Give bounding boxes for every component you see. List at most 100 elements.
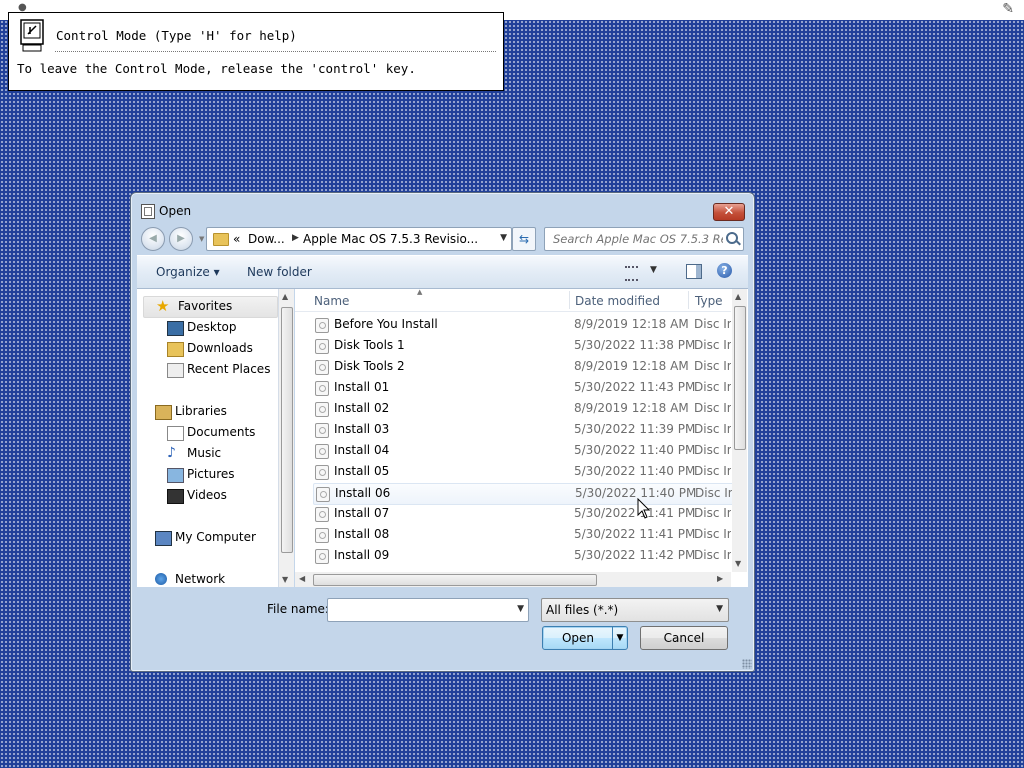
- disc-image-icon: [315, 465, 329, 480]
- breadcrumb-overflow[interactable]: «: [233, 232, 240, 246]
- file-date: 8/9/2019 12:18 AM: [574, 359, 689, 373]
- recent-places-icon: [167, 363, 184, 378]
- file-name: Install 03: [334, 422, 390, 436]
- file-type-filter[interactable]: All files (*.*) ▼: [541, 598, 729, 622]
- file-row[interactable]: Install 02 8/9/2019 12:18 AM Disc Im: [313, 399, 732, 419]
- scroll-left-icon[interactable]: ◀: [299, 574, 305, 583]
- file-name-input[interactable]: [332, 602, 506, 618]
- search-icon[interactable]: [726, 232, 738, 244]
- column-separator[interactable]: [569, 291, 570, 309]
- nav-item-network[interactable]: Network: [155, 570, 288, 590]
- file-row[interactable]: Install 06 5/30/2022 11:40 PMDisc Im: [313, 483, 734, 505]
- chevron-down-icon: ▼: [650, 265, 657, 275]
- new-folder-button[interactable]: New folder: [247, 265, 312, 279]
- videos-icon: [167, 489, 184, 504]
- mac-corner-icon[interactable]: ✎: [1002, 1, 1014, 17]
- open-button[interactable]: Open ▼: [542, 626, 628, 650]
- music-icon: ♪: [167, 445, 176, 461]
- nav-item-label: Documents: [187, 425, 256, 439]
- disc-image-icon: [315, 360, 329, 375]
- nav-item-favorites[interactable]: ★ Favorites: [143, 296, 278, 318]
- column-name[interactable]: Name: [314, 294, 349, 308]
- mouse-cursor-icon: [637, 498, 651, 519]
- file-name: Install 09: [334, 548, 390, 562]
- nav-item-my-computer[interactable]: My Computer: [155, 528, 288, 548]
- scroll-right-icon[interactable]: ▶: [717, 574, 723, 583]
- horizontal-scrollbar[interactable]: ◀ ▶: [295, 572, 731, 587]
- change-view-button[interactable]: ▼: [625, 265, 659, 281]
- file-row[interactable]: Before You Install 8/9/2019 12:18 AM Disc …: [313, 315, 732, 335]
- network-icon: [155, 573, 167, 585]
- folder-icon: [213, 233, 229, 246]
- file-list-scrollbar[interactable]: ▲ ▼: [732, 289, 747, 572]
- breadcrumb-downloads[interactable]: Dow...: [248, 232, 285, 246]
- close-button[interactable]: ✕: [713, 203, 745, 221]
- view-list-icon: [625, 266, 638, 281]
- scroll-up-icon[interactable]: ▲: [735, 292, 741, 301]
- file-name-combobox[interactable]: ▼: [327, 598, 529, 622]
- file-date: 8/9/2019 12:18 AM: [574, 401, 689, 415]
- file-type: Disc Im: [694, 359, 731, 373]
- control-mode-logo-icon: [20, 19, 44, 52]
- file-row[interactable]: Install 09 5/30/2022 11:42 PMDisc Im: [313, 546, 732, 566]
- column-type[interactable]: Type: [695, 294, 723, 308]
- divider: [55, 51, 496, 52]
- open-options-dropdown-icon[interactable]: ▼: [612, 627, 627, 649]
- file-date: 5/30/2022 11:40 PM: [574, 464, 696, 478]
- file-date: 5/30/2022 11:41 PM: [574, 527, 696, 541]
- scroll-up-icon[interactable]: ▲: [282, 292, 288, 301]
- file-type: Disc Im: [694, 338, 731, 352]
- breadcrumb-separator-icon[interactable]: ▶: [292, 233, 299, 243]
- nav-pane-scrollbar[interactable]: ▲ ▼: [279, 289, 294, 587]
- scrollbar-thumb[interactable]: [734, 306, 746, 450]
- nav-item-label: Desktop: [187, 320, 237, 334]
- file-row[interactable]: Install 01 5/30/2022 11:43 PMDisc Im: [313, 378, 732, 398]
- back-arrow-icon: ◀: [149, 233, 157, 244]
- nav-item-label: Recent Places: [187, 362, 271, 376]
- disc-image-icon: [315, 339, 329, 354]
- file-row[interactable]: Install 07 5/30/2022 11:41 PMDisc Im: [313, 504, 732, 524]
- preview-pane-icon[interactable]: [686, 264, 702, 279]
- dialog-title: Open: [159, 204, 192, 218]
- file-row[interactable]: Disk Tools 1 5/30/2022 11:38 PMDisc Im: [313, 336, 732, 356]
- cancel-button[interactable]: Cancel: [640, 626, 728, 650]
- search-input[interactable]: [551, 231, 725, 247]
- scroll-down-icon[interactable]: ▼: [735, 559, 741, 568]
- scrollbar-thumb[interactable]: [281, 307, 293, 553]
- file-row[interactable]: Install 05 5/30/2022 11:40 PMDisc Im: [313, 462, 732, 482]
- column-separator[interactable]: [688, 291, 689, 309]
- organize-button[interactable]: Organize ▾: [156, 265, 220, 279]
- disc-image-icon: [316, 487, 330, 502]
- nav-item-label: Favorites: [178, 299, 233, 313]
- help-icon[interactable]: ?: [717, 263, 732, 278]
- file-row[interactable]: Install 03 5/30/2022 11:39 PMDisc Im: [313, 420, 732, 440]
- column-date-modified[interactable]: Date modified: [575, 294, 660, 308]
- scrollbar-thumb[interactable]: [313, 574, 597, 586]
- resize-grip-icon[interactable]: [742, 659, 752, 669]
- file-date: 5/30/2022 11:40 PM: [575, 486, 697, 500]
- refresh-button[interactable]: ⇆: [512, 227, 536, 251]
- chevron-down-icon[interactable]: ▼: [716, 604, 723, 614]
- open-dialog: Open ✕ ◀ ▶ ▼ « Dow... ▶ Apple Mac OS 7.5…: [130, 192, 755, 672]
- file-row[interactable]: Install 08 5/30/2022 11:41 PMDisc Im: [313, 525, 732, 545]
- breadcrumb-current-folder[interactable]: Apple Mac OS 7.5.3 Revisio...: [303, 232, 478, 246]
- forward-button[interactable]: ▶: [169, 227, 193, 251]
- file-row[interactable]: Install 04 5/30/2022 11:40 PMDisc Im: [313, 441, 732, 461]
- address-dropdown-icon[interactable]: ▼: [500, 233, 507, 243]
- back-button[interactable]: ◀: [141, 227, 165, 251]
- nav-item-libraries[interactable]: Libraries: [155, 402, 288, 422]
- chevron-down-icon[interactable]: ▼: [517, 604, 524, 614]
- scroll-down-icon[interactable]: ▼: [282, 575, 288, 584]
- disc-image-icon: [315, 402, 329, 417]
- search-box[interactable]: [544, 227, 744, 251]
- file-type: Disc Im: [694, 527, 731, 541]
- recent-locations-dropdown-icon[interactable]: ▼: [199, 235, 204, 243]
- nav-item-label: Network: [175, 572, 226, 586]
- control-mode-message: To leave the Control Mode, release the '…: [17, 61, 416, 76]
- address-bar[interactable]: « Dow... ▶ Apple Mac OS 7.5.3 Revisio...…: [206, 227, 512, 251]
- disc-image-icon: [315, 444, 329, 459]
- file-date: 5/30/2022 11:43 PM: [574, 380, 696, 394]
- computer-icon: [155, 531, 172, 546]
- column-header: ▲ Name Date modified Type: [295, 289, 731, 312]
- file-row[interactable]: Disk Tools 2 8/9/2019 12:18 AM Disc Im: [313, 357, 732, 377]
